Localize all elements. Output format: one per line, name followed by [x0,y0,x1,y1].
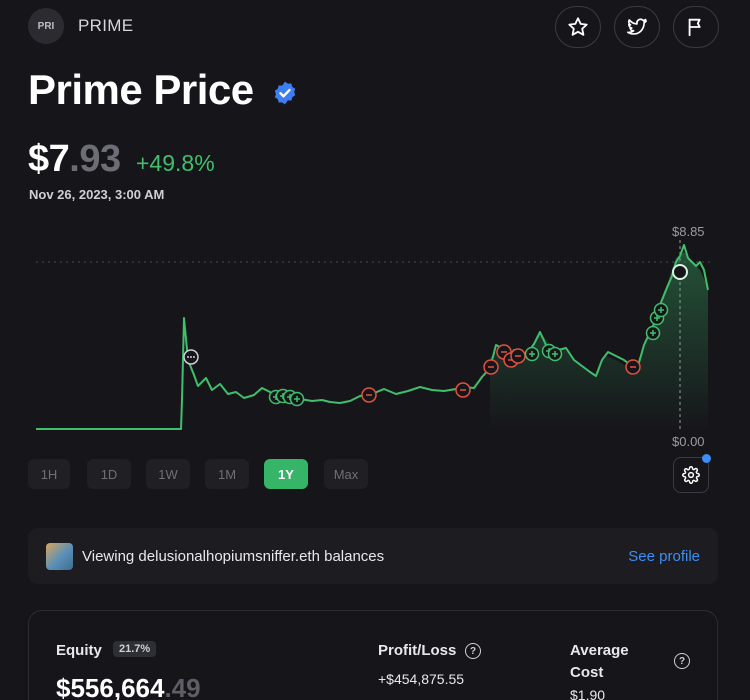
average-cost-label-line1: Average [570,642,629,659]
report-button[interactable] [673,6,719,48]
chart-min-label: $0.00 [672,434,705,449]
viewing-text: Viewing delusionalhopiumsniffer.eth bala… [82,548,385,565]
verified-badge-icon [274,81,296,105]
average-cost-value: $1.90 [570,687,606,700]
average-cost-label-line2: Cost [570,664,604,681]
average-cost-help-icon[interactable]: ? [674,653,690,669]
avatar [46,543,73,570]
range-1h[interactable]: 1H [28,459,70,489]
star-icon [568,17,588,36]
sell-marker[interactable] [361,387,377,403]
price-area [490,252,708,430]
info-marker[interactable] [183,349,199,365]
price-chart[interactable]: $8.85 $0.00 [0,215,750,455]
equity-main: $556,664 [56,673,165,700]
range-1d[interactable]: 1D [87,459,131,489]
range-max[interactable]: Max [324,459,368,489]
range-1w[interactable]: 1W [146,459,190,489]
buy-marker[interactable] [547,346,563,362]
twitter-icon [627,18,647,35]
range-1y[interactable]: 1Y [264,459,308,489]
viewing-banner: Viewing delusionalhopiumsniffer.eth bala… [28,528,718,584]
buy-marker[interactable] [289,391,305,407]
gear-icon [682,466,700,484]
buy-marker[interactable] [645,325,661,341]
sell-marker[interactable] [625,359,641,375]
page-title: Prime Price [28,66,254,113]
range-1m[interactable]: 1M [205,459,249,489]
equity-label: Equity [56,642,102,659]
current-point-marker[interactable] [672,264,688,280]
price-change: +49.8% [136,150,215,176]
twitter-button[interactable] [614,6,660,48]
notification-dot [702,454,711,463]
profit-loss-value: +$454,875.55 [378,671,465,687]
sell-marker[interactable] [510,348,526,364]
flag-icon [688,18,701,37]
chart-max-label: $8.85 [672,224,705,239]
buy-marker[interactable] [653,302,669,318]
price-decimals: .93 [69,138,121,180]
token-badge: PRI [28,8,64,44]
price-date: Nov 26, 2023, 3:00 AM [29,187,165,202]
equity-value: $556,664.49 [56,673,201,700]
buy-marker[interactable] [524,346,540,362]
token-name: PRIME [78,16,134,35]
top-bar: PRI PRIME [28,6,720,48]
favorite-button[interactable] [555,6,601,48]
profit-loss-help-icon[interactable]: ? [465,643,481,659]
sell-marker[interactable] [483,359,499,375]
holdings-card: Equity 21.7% $556,664.49 Profit/Loss ? +… [28,610,718,700]
current-price: $7.93 [28,138,121,181]
see-profile-link[interactable]: See profile [628,548,700,565]
equity-decimals: .49 [164,673,201,700]
profit-loss-label: Profit/Loss [378,642,457,659]
sell-marker[interactable] [455,382,471,398]
equity-percent-badge: 21.7% [113,641,157,657]
price-main: $7 [28,138,70,180]
